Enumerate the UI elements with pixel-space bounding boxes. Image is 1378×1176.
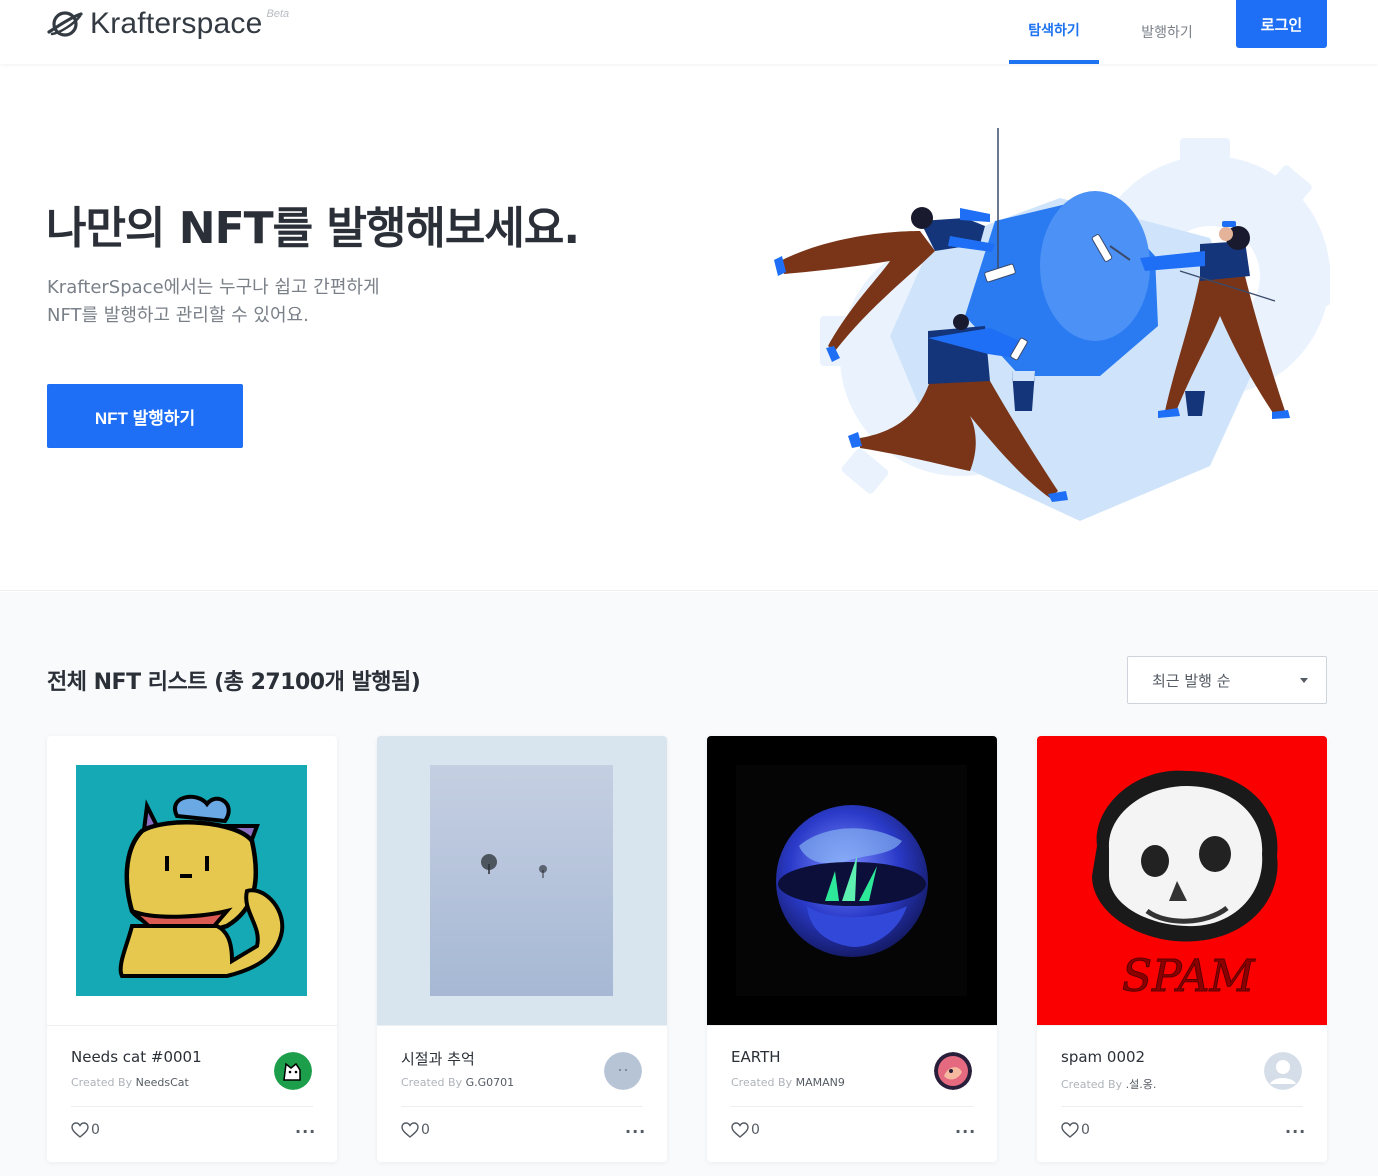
- created-by-label: Created By: [71, 1076, 133, 1089]
- nft-name[interactable]: spam 0002: [1061, 1048, 1145, 1066]
- nft-artwork-earth: [736, 765, 967, 996]
- hero-desc-line2: NFT를 발행하고 관리할 수 있어요.: [47, 305, 309, 326]
- nft-artwork-cat: [76, 765, 307, 996]
- heart-icon: [71, 1122, 89, 1138]
- nft-list-section: 전체 NFT 리스트 (총 27100개 발행됨) 최근 발행 순 Needs …: [0, 592, 1378, 1176]
- nft-image[interactable]: [707, 736, 997, 1026]
- created-by-label: Created By: [731, 1076, 793, 1089]
- like-count: 0: [91, 1122, 100, 1138]
- more-dots-icon[interactable]: ···: [1285, 1124, 1306, 1140]
- top-nav-bar: Krafterspace Beta 탐색하기 발행하기 로그인: [0, 0, 1378, 64]
- nft-name[interactable]: 시절과 추억: [401, 1048, 475, 1069]
- nft-image[interactable]: [47, 736, 337, 1026]
- like-button[interactable]: 0: [731, 1122, 760, 1138]
- creator-name[interactable]: G.G0701: [466, 1076, 515, 1089]
- more-dots-icon[interactable]: ···: [295, 1124, 316, 1140]
- avatar-image: [274, 1052, 312, 1090]
- more-dots-icon[interactable]: ···: [955, 1124, 976, 1140]
- nft-card[interactable]: 시절과 추억 Created By G.G0701 0 ···: [377, 736, 667, 1162]
- creator-name[interactable]: .설.옹.: [1126, 1078, 1157, 1091]
- hero-title: 나만의 NFT를 발행해보세요.: [46, 203, 580, 254]
- logo-text: Krafterspace: [90, 7, 263, 40]
- avatar[interactable]: [604, 1052, 642, 1090]
- nft-card[interactable]: EARTH Created By MAMAN9 0 ···: [707, 736, 997, 1162]
- default-avatar-icon: [1264, 1052, 1302, 1090]
- nft-creator: Created By MAMAN9: [731, 1076, 845, 1089]
- beta-label: Beta: [266, 8, 290, 20]
- nft-image[interactable]: [377, 736, 667, 1026]
- hero-desc-line1: KrafterSpace에서는 누구나 쉽고 간편하게: [47, 277, 380, 298]
- card-divider: [731, 1106, 973, 1107]
- sort-selected-value: 최근 발행 순: [1152, 671, 1231, 690]
- logo[interactable]: Krafterspace Beta: [46, 6, 289, 42]
- like-button[interactable]: 0: [1061, 1122, 1090, 1138]
- nft-creator: Created By NeedsCat: [71, 1076, 189, 1089]
- planet-logo-icon: [47, 11, 83, 37]
- card-divider: [71, 1106, 313, 1107]
- created-by-label: Created By: [401, 1076, 463, 1089]
- mint-nft-button[interactable]: NFT 발행하기: [47, 384, 243, 448]
- card-divider: [1061, 1106, 1303, 1107]
- nft-artwork-snow: [430, 765, 613, 996]
- more-dots-icon[interactable]: ···: [625, 1124, 646, 1140]
- creator-name[interactable]: NeedsCat: [136, 1076, 189, 1089]
- list-title: 전체 NFT 리스트 (총 27100개 발행됨): [47, 670, 421, 695]
- nft-name[interactable]: EARTH: [731, 1048, 781, 1066]
- like-count: 0: [421, 1122, 430, 1138]
- nft-image[interactable]: SPAM: [1037, 736, 1327, 1026]
- nft-name[interactable]: Needs cat #0001: [71, 1048, 202, 1066]
- tab-mint[interactable]: 발행하기: [1122, 0, 1212, 64]
- nft-creator: Created By .설.옹.: [1061, 1076, 1156, 1092]
- nft-creator: Created By G.G0701: [401, 1076, 514, 1089]
- avatar[interactable]: [1264, 1052, 1302, 1090]
- avatar[interactable]: [934, 1052, 972, 1090]
- nft-artwork-spam: SPAM: [1092, 770, 1278, 1003]
- like-button[interactable]: 0: [71, 1122, 100, 1138]
- creator-name[interactable]: MAMAN9: [796, 1076, 845, 1089]
- heart-icon: [401, 1122, 419, 1138]
- hero-section: 나만의 NFT를 발행해보세요. KrafterSpace에서는 누구나 쉽고 …: [0, 64, 1378, 591]
- avatar-image: [934, 1052, 972, 1090]
- dropdown-caret-icon: [1300, 678, 1308, 683]
- avatar-image: [604, 1052, 642, 1090]
- like-button[interactable]: 0: [401, 1122, 430, 1138]
- tab-explore[interactable]: 탐색하기: [1009, 0, 1099, 64]
- nft-card[interactable]: Needs cat #0001 Created By NeedsCat 0 ··…: [47, 736, 337, 1162]
- sort-dropdown[interactable]: 최근 발행 순: [1127, 656, 1327, 704]
- hero-illustration: [774, 128, 1330, 521]
- hero-description: KrafterSpace에서는 누구나 쉽고 간편하게 NFT를 발행하고 관리…: [47, 274, 467, 330]
- avatar[interactable]: [274, 1052, 312, 1090]
- like-count: 0: [751, 1122, 760, 1138]
- like-count: 0: [1081, 1122, 1090, 1138]
- card-divider: [401, 1106, 643, 1107]
- heart-icon: [731, 1122, 749, 1138]
- heart-icon: [1061, 1122, 1079, 1138]
- created-by-label: Created By: [1061, 1078, 1123, 1091]
- login-button[interactable]: 로그인: [1236, 0, 1327, 48]
- nft-card[interactable]: SPAM spam 0002 Created By .설.옹. 0 ···: [1037, 736, 1327, 1162]
- svg-text:SPAM: SPAM: [1122, 951, 1255, 1002]
